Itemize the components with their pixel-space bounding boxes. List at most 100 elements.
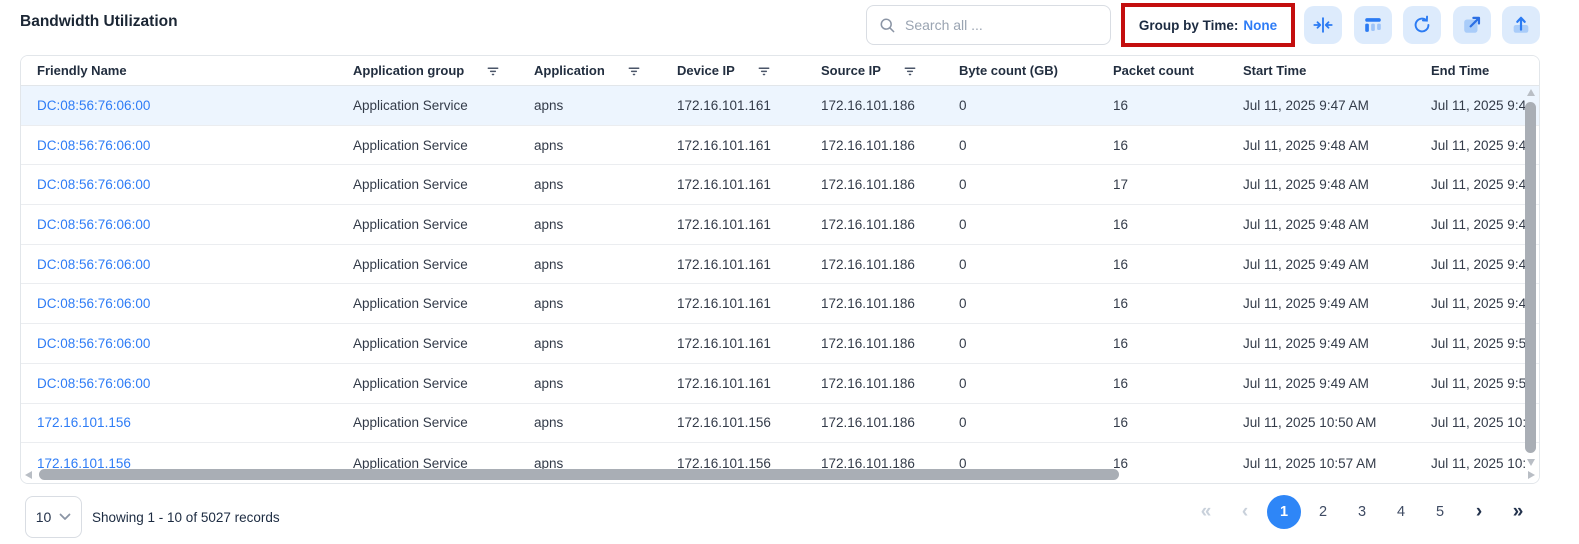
page-size-select[interactable]: 10 bbox=[25, 496, 82, 538]
column-header-end-time[interactable]: End Time bbox=[1415, 63, 1539, 78]
table-cell: Application Service bbox=[337, 177, 518, 192]
table-row[interactable]: DC:08:56:76:06:00Application Serviceapns… bbox=[21, 165, 1539, 205]
column-label: Application group bbox=[353, 63, 464, 78]
friendly-name-link[interactable]: DC:08:56:76:06:00 bbox=[21, 376, 337, 391]
group-by-time-label: Group by Time: bbox=[1139, 18, 1239, 33]
table-cell: 0 bbox=[943, 217, 1097, 232]
page-button-3[interactable]: 3 bbox=[1345, 493, 1379, 531]
page-button-1[interactable]: 1 bbox=[1267, 495, 1301, 529]
next-page-button[interactable]: › bbox=[1462, 493, 1496, 531]
table-row[interactable]: DC:08:56:76:06:00Application Serviceapns… bbox=[21, 284, 1539, 324]
table-cell: apns bbox=[518, 217, 661, 232]
group-by-time-value: None bbox=[1243, 18, 1277, 33]
table-cell: 172.16.101.186 bbox=[805, 98, 943, 113]
search-field[interactable] bbox=[905, 17, 1098, 33]
table-cell: 172.16.101.186 bbox=[805, 257, 943, 272]
table-cell: 172.16.101.156 bbox=[661, 415, 805, 430]
group-by-time-button[interactable]: Group by Time: None bbox=[1121, 3, 1295, 47]
filter-icon[interactable] bbox=[486, 64, 500, 78]
expand-button[interactable] bbox=[1453, 6, 1491, 44]
column-header-source-ip[interactable]: Source IP bbox=[805, 63, 943, 78]
column-header-application[interactable]: Application bbox=[518, 63, 661, 78]
friendly-name-link[interactable]: DC:08:56:76:06:00 bbox=[21, 336, 337, 351]
table-cell: 172.16.101.186 bbox=[805, 296, 943, 311]
export-button[interactable] bbox=[1502, 6, 1540, 44]
table-cell: 0 bbox=[943, 415, 1097, 430]
table-cell: 16 bbox=[1097, 217, 1227, 232]
table-cell: 16 bbox=[1097, 296, 1227, 311]
friendly-name-link[interactable]: DC:08:56:76:06:00 bbox=[21, 296, 337, 311]
column-label: Friendly Name bbox=[37, 63, 127, 78]
filter-icon[interactable] bbox=[757, 64, 771, 78]
table-cell: Jul 11, 2025 9:4 bbox=[1415, 138, 1539, 153]
table-row[interactable]: DC:08:56:76:06:00Application Serviceapns… bbox=[21, 86, 1539, 126]
vertical-scrollbar-thumb[interactable] bbox=[1525, 102, 1536, 453]
page-button-2[interactable]: 2 bbox=[1306, 493, 1340, 531]
column-header-packet-count[interactable]: Packet count bbox=[1097, 63, 1227, 78]
table-cell: Jul 11, 2025 9:47 AM bbox=[1227, 98, 1415, 113]
column-header-start-time[interactable]: Start Time bbox=[1227, 63, 1415, 78]
table-cell: Application Service bbox=[337, 415, 518, 430]
table-row[interactable]: DC:08:56:76:06:00Application Serviceapns… bbox=[21, 126, 1539, 166]
scroll-right-arrow[interactable] bbox=[1528, 471, 1535, 479]
filter-icon[interactable] bbox=[903, 64, 917, 78]
columns-button[interactable] bbox=[1354, 6, 1392, 44]
table-cell: Jul 11, 2025 10: bbox=[1415, 415, 1539, 430]
friendly-name-link[interactable]: DC:08:56:76:06:00 bbox=[21, 177, 337, 192]
horizontal-scrollbar[interactable] bbox=[25, 469, 1535, 480]
friendly-name-link[interactable]: DC:08:56:76:06:00 bbox=[21, 217, 337, 232]
table-cell: 172.16.101.161 bbox=[661, 257, 805, 272]
fit-columns-button[interactable] bbox=[1304, 6, 1342, 44]
search-icon bbox=[879, 17, 896, 34]
scroll-left-arrow[interactable] bbox=[25, 471, 32, 479]
table-cell: 172.16.101.186 bbox=[805, 217, 943, 232]
friendly-name-link[interactable]: DC:08:56:76:06:00 bbox=[21, 257, 337, 272]
first-page-button[interactable]: « bbox=[1189, 493, 1223, 531]
horizontal-scrollbar-thumb[interactable] bbox=[39, 469, 1119, 480]
table-row[interactable]: DC:08:56:76:06:00Application Serviceapns… bbox=[21, 205, 1539, 245]
column-label: End Time bbox=[1431, 63, 1489, 78]
scroll-down-arrow[interactable] bbox=[1527, 459, 1535, 466]
table-cell: Jul 11, 2025 9:48 AM bbox=[1227, 138, 1415, 153]
table-cell: 16 bbox=[1097, 257, 1227, 272]
filter-icon[interactable] bbox=[627, 64, 641, 78]
last-page-button[interactable]: » bbox=[1501, 493, 1535, 531]
page-button-4[interactable]: 4 bbox=[1384, 493, 1418, 531]
export-icon bbox=[1510, 14, 1532, 36]
fit-columns-icon bbox=[1312, 14, 1334, 36]
table-cell: 172.16.101.186 bbox=[805, 177, 943, 192]
table-cell: 0 bbox=[943, 98, 1097, 113]
table-row[interactable]: 172.16.101.156Application Serviceapns172… bbox=[21, 404, 1539, 444]
toolbar-icon-buttons bbox=[1304, 6, 1540, 44]
table-row[interactable]: DC:08:56:76:06:00Application Serviceapns… bbox=[21, 324, 1539, 364]
table-cell: Application Service bbox=[337, 336, 518, 351]
table-cell: 172.16.101.161 bbox=[661, 138, 805, 153]
refresh-button[interactable] bbox=[1403, 6, 1441, 44]
vertical-scrollbar[interactable] bbox=[1525, 89, 1536, 466]
column-header-device-ip[interactable]: Device IP bbox=[661, 63, 805, 78]
page-button-5[interactable]: 5 bbox=[1423, 493, 1457, 531]
friendly-name-link[interactable]: 172.16.101.156 bbox=[21, 415, 337, 430]
table-cell: 17 bbox=[1097, 177, 1227, 192]
column-header-byte-count-gb-[interactable]: Byte count (GB) bbox=[943, 63, 1097, 78]
table-cell: 16 bbox=[1097, 336, 1227, 351]
table-row[interactable]: DC:08:56:76:06:00Application Serviceapns… bbox=[21, 245, 1539, 285]
friendly-name-link[interactable]: DC:08:56:76:06:00 bbox=[21, 138, 337, 153]
table-cell: 172.16.101.161 bbox=[661, 296, 805, 311]
column-header-friendly-name[interactable]: Friendly Name bbox=[21, 63, 337, 78]
table-row[interactable]: DC:08:56:76:06:00Application Serviceapns… bbox=[21, 364, 1539, 404]
column-label: Application bbox=[534, 63, 605, 78]
column-header-application-group[interactable]: Application group bbox=[337, 63, 518, 78]
table-cell: 172.16.101.186 bbox=[805, 336, 943, 351]
search-input[interactable] bbox=[866, 5, 1111, 45]
friendly-name-link[interactable]: DC:08:56:76:06:00 bbox=[21, 98, 337, 113]
scroll-up-arrow[interactable] bbox=[1527, 89, 1535, 96]
previous-page-button[interactable]: ‹ bbox=[1228, 493, 1262, 531]
column-label: Start Time bbox=[1243, 63, 1306, 78]
table-cell: Jul 11, 2025 9:4 bbox=[1415, 98, 1539, 113]
table-cell: Application Service bbox=[337, 138, 518, 153]
table-cell: 0 bbox=[943, 257, 1097, 272]
bandwidth-table: Friendly Name Application group Applicatio… bbox=[20, 55, 1540, 484]
table-body: DC:08:56:76:06:00Application Serviceapns… bbox=[21, 86, 1539, 483]
table-cell: Jul 11, 2025 9:4 bbox=[1415, 177, 1539, 192]
